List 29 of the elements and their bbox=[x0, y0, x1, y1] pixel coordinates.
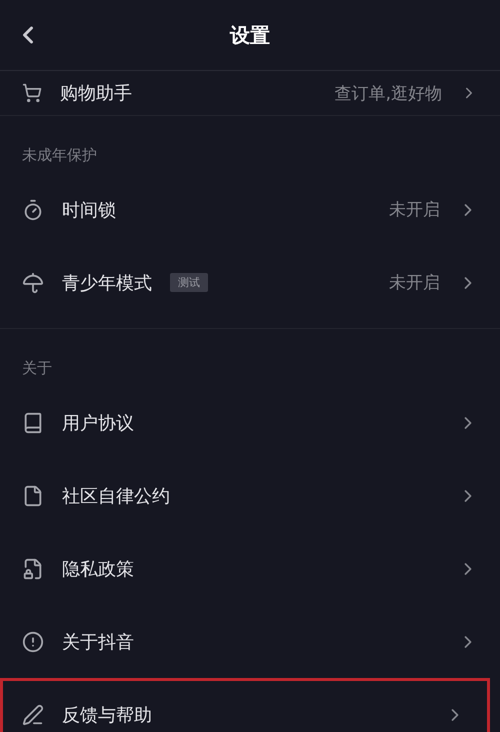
settings-row[interactable]: 青少年模式 测试 未开启 bbox=[0, 246, 500, 319]
test-badge: 测试 bbox=[170, 273, 208, 292]
row-value: 未开启 bbox=[389, 272, 440, 294]
book-icon bbox=[22, 412, 44, 434]
row-label: 购物助手 bbox=[60, 82, 132, 105]
alert-circle-icon bbox=[22, 630, 44, 652]
row-label: 关于抖音 bbox=[62, 630, 134, 654]
row-label: 时间锁 bbox=[62, 198, 116, 222]
section-title: 关于 bbox=[21, 358, 53, 378]
document-icon bbox=[22, 484, 44, 506]
row-value: 查订单,逛好物 bbox=[334, 82, 442, 104]
row-label: 隐私政策 bbox=[62, 558, 134, 580]
settings-row[interactable]: 时间锁 未开启 bbox=[0, 173, 500, 246]
settings-row[interactable]: 社区自律公约 bbox=[0, 459, 500, 532]
pencil-icon bbox=[22, 704, 44, 726]
umbrella-icon bbox=[22, 272, 44, 294]
row-label: 青少年模式 bbox=[62, 272, 152, 294]
row-label: 反馈与帮助 bbox=[62, 704, 152, 726]
document-lock-icon bbox=[22, 558, 44, 580]
cart-icon bbox=[22, 83, 42, 103]
row-value: 未开启 bbox=[389, 199, 440, 221]
settings-row[interactable]: 隐私政策 bbox=[0, 532, 500, 605]
page-title: 设置 bbox=[230, 22, 270, 48]
settings-row[interactable]: 用户协议 bbox=[0, 386, 500, 459]
settings-row[interactable]: 反馈与帮助 bbox=[0, 678, 490, 732]
section-title: 未成年保护 bbox=[21, 145, 98, 165]
row-label: 用户协议 bbox=[62, 412, 134, 434]
row-label: 社区自律公约 bbox=[62, 484, 170, 508]
settings-row[interactable]: 关于抖音 bbox=[0, 605, 500, 678]
